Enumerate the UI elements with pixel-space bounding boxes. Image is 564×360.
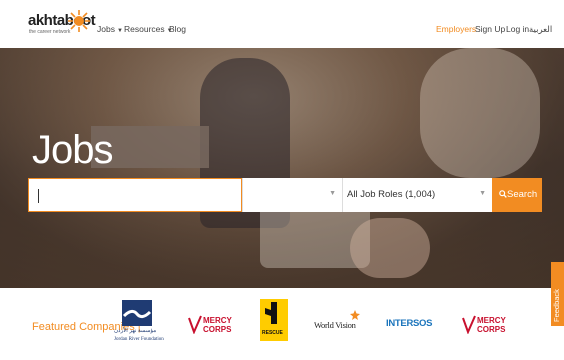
job-search-input[interactable] [28, 178, 242, 212]
logo-tagline: the career network [29, 29, 71, 35]
akhtaboot-logo[interactable]: akhtaboot the career network [28, 10, 96, 38]
company-arabic-name: مؤسسة نهر الأردن [114, 328, 157, 334]
signup-link[interactable]: Sign Up [475, 24, 505, 34]
rescue-logo-icon [265, 302, 277, 324]
login-link[interactable]: Log in [506, 24, 529, 34]
job-role-select[interactable]: All Job Roles (1,004) ▼ [342, 178, 492, 212]
feedback-tab[interactable]: Feedback [551, 262, 564, 326]
company-logo-mercy-corps-2[interactable]: MERCY CORPS [462, 314, 514, 336]
location-select[interactable]: ▼ [242, 178, 342, 212]
search-icon [499, 190, 507, 198]
job-role-select-value: All Job Roles (1,004) [347, 189, 436, 200]
company-name: INTERSOS [386, 318, 433, 329]
feedback-tab-label: Feedback [552, 289, 561, 322]
mercy-corps-logo-icon [188, 315, 202, 334]
company-logo-jordan-river-foundation[interactable]: مؤسسة نهر الأردن Jordan River Foundation [114, 300, 164, 354]
page-title: Jobs [32, 128, 113, 172]
chevron-down-icon: ▼ [116, 28, 123, 34]
hero-photo-figure [420, 48, 540, 178]
nav-blog[interactable]: Blog [169, 24, 186, 34]
featured-companies-strip: Featured Companies | مؤسسة نهر الأردن Jo… [0, 288, 564, 360]
nav-resources-label: Resources [124, 24, 165, 34]
search-button[interactable]: Search [492, 178, 542, 212]
logo-burst-icon [68, 10, 90, 32]
company-name: Jordan River Foundation [114, 337, 164, 342]
company-logo-world-vision[interactable]: World Vision [314, 310, 360, 336]
nav-resources[interactable]: Resources ▼ [124, 24, 173, 34]
text-cursor [38, 189, 39, 203]
chevron-down-icon: ▼ [479, 190, 486, 197]
company-logo-intersos[interactable]: INTERSOS [386, 318, 436, 334]
company-name: MERCY CORPS [477, 316, 506, 334]
company-logo-rescue[interactable]: RESCUE [260, 299, 288, 341]
company-name: World Vision [314, 320, 356, 330]
company-name: MERCY CORPS [203, 316, 232, 334]
nav-jobs[interactable]: Jobs ▼ [97, 24, 123, 34]
top-navigation-bar: akhtaboot the career network Jobs ▼ Resou… [0, 0, 564, 48]
jordan-river-foundation-logo-icon [122, 300, 152, 326]
nav-blog-label: Blog [169, 24, 187, 34]
company-logo-mercy-corps[interactable]: MERCY CORPS [188, 314, 240, 336]
language-link[interactable]: العربية [529, 24, 552, 35]
hero-banner: Jobs ▼ All Job Roles (1,004) ▼ Search [0, 48, 564, 288]
search-button-label: Search [507, 189, 538, 200]
employers-link[interactable]: Employers [436, 24, 476, 34]
chevron-down-icon: ▼ [329, 190, 336, 197]
mercy-corps-logo-icon [462, 315, 476, 334]
nav-jobs-label: Jobs [97, 24, 115, 34]
hero-photo-figure [350, 218, 430, 278]
world-vision-star-icon [350, 310, 360, 320]
company-name: RESCUE [262, 330, 283, 336]
